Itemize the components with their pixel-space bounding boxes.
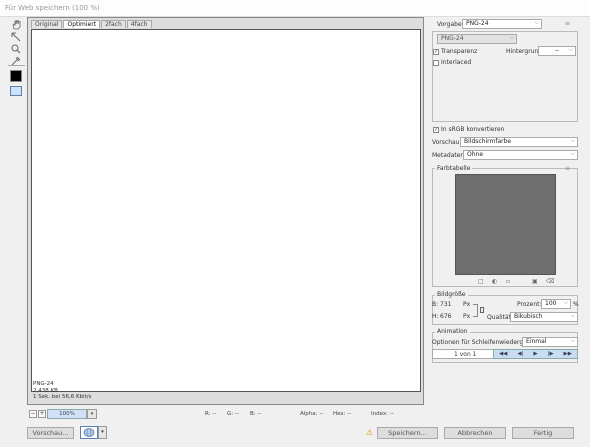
tab-optimized[interactable]: Optimiert — [63, 20, 101, 28]
canvas-frame: Original Optimiert 2fach 4fach PNG-24 2,… — [27, 17, 424, 405]
format-settings-box — [432, 31, 578, 122]
interlaced-option[interactable]: Interlaced — [433, 59, 471, 66]
zoom-out-button[interactable]: − — [29, 410, 37, 418]
preview-button[interactable]: Vorschau... — [27, 427, 74, 439]
warning-icon: ⚠ — [366, 428, 374, 437]
readout-index: Index: -- — [371, 411, 394, 417]
transparency-label: Transparenz — [441, 48, 478, 55]
panel-menu-icon[interactable]: ≡ — [565, 20, 570, 27]
done-button[interactable]: Fertig — [512, 427, 574, 439]
zoom-icon[interactable] — [10, 43, 22, 55]
loop-label: Optionen für Schleifenwiedergabe: — [432, 339, 537, 346]
toggle-slice-visibility-icon[interactable] — [10, 86, 22, 96]
srgb-label: In sRGB konvertieren — [441, 126, 505, 133]
preview-label: Vorschau: — [432, 139, 462, 146]
percent-input[interactable]: 100 — [541, 299, 571, 309]
srgb-option[interactable]: ✓ In sRGB konvertieren — [433, 126, 504, 133]
transparency-option[interactable]: ✓ Transparenz — [433, 48, 477, 55]
readout-r: R: -- — [205, 411, 217, 417]
view-tabs: Original Optimiert 2fach 4fach — [28, 18, 152, 28]
percent-label: Prozent: — [517, 301, 542, 308]
constrain-proportions-icon — [473, 304, 478, 317]
percent-unit: % — [573, 301, 579, 308]
preset-select[interactable]: PNG-24 — [462, 19, 542, 29]
matte-select[interactable]: -- — [538, 46, 576, 56]
width-input[interactable]: 731 — [440, 301, 460, 308]
window-title: Für Web speichern (100 %) — [0, 0, 590, 17]
eyedropper-color-swatch[interactable] — [10, 70, 22, 82]
width-unit: Px — [463, 301, 471, 308]
image-preview[interactable] — [31, 29, 421, 392]
previous-frame-icon[interactable]: ◀| — [517, 351, 523, 357]
image-size-title: Bildgröße — [435, 291, 468, 298]
quality-select[interactable]: Bikubisch — [510, 312, 578, 322]
play-icon[interactable]: ▶ — [533, 351, 537, 357]
tab-2up[interactable]: 2fach — [101, 20, 126, 28]
readout-alpha: Alpha: -- — [300, 411, 324, 417]
color-table[interactable] — [455, 174, 556, 275]
last-frame-icon[interactable]: ▶▶ — [564, 351, 572, 357]
color-table-title: Farbtabelle — [435, 165, 473, 172]
delete-color-icon[interactable]: ⌫ — [546, 278, 554, 285]
height-input[interactable]: 676 — [440, 313, 460, 320]
zoom-dropdown[interactable]: ▾ — [87, 409, 97, 419]
height-unit: Px — [463, 313, 471, 320]
color-table-menu-icon[interactable]: ≡ — [565, 165, 570, 172]
status-bar: − + 100% ▾ R: -- G: -- B: -- Alpha: -- H… — [27, 409, 424, 420]
width-label: B: — [432, 301, 439, 308]
browser-icon — [83, 428, 95, 437]
zoom-in-button[interactable]: + — [38, 410, 46, 418]
next-frame-icon[interactable]: |▶ — [548, 351, 554, 357]
lock-color-icon[interactable]: ▫ — [506, 278, 510, 285]
interlaced-label: Interlaced — [441, 59, 472, 66]
readout-hex: Hex: -- — [333, 411, 352, 417]
height-label: H: — [432, 313, 439, 320]
transparency-checkbox[interactable]: ✓ — [433, 48, 439, 55]
map-transparent-icon[interactable]: □ — [478, 278, 484, 285]
readout-b: B: -- — [250, 411, 262, 417]
link-icon[interactable] — [480, 307, 484, 313]
frame-counter: 1 von 1 — [454, 351, 477, 358]
tab-original[interactable]: Original — [31, 20, 63, 28]
animation-title: Animation — [435, 328, 470, 335]
readout-g: G: -- — [227, 411, 239, 417]
save-button[interactable]: Speichern... — [377, 427, 438, 439]
info-time: 1 Sek. bei 56,6 Kbit/s — [33, 394, 92, 400]
loop-select[interactable]: Einmal — [522, 337, 578, 347]
slice-select-icon[interactable] — [10, 31, 22, 43]
browser-preview-button[interactable] — [80, 426, 98, 439]
hand-icon[interactable] — [10, 19, 22, 31]
tool-divider — [8, 65, 25, 66]
interlaced-checkbox[interactable] — [433, 59, 439, 66]
web-shift-icon[interactable]: ◐ — [492, 278, 497, 285]
srgb-checkbox[interactable]: ✓ — [433, 126, 439, 133]
zoom-level[interactable]: 100% — [47, 409, 87, 419]
first-frame-icon[interactable]: ◀◀ — [499, 351, 507, 357]
optimization-info: PNG-24 2,438 KB 1 Sek. bei 56,6 Kbit/s — [33, 381, 91, 401]
animation-controls: ◀◀ ◀| ▶ |▶ ▶▶ — [493, 349, 578, 359]
metadata-select[interactable]: Ohne — [463, 150, 578, 160]
new-color-icon[interactable]: ▣ — [532, 278, 538, 285]
toolbar — [8, 19, 25, 101]
tab-4up[interactable]: 4fach — [126, 20, 152, 28]
browser-dropdown-icon[interactable]: ▾ — [98, 426, 107, 439]
preview-select[interactable]: Bildschirmfarbe — [460, 137, 578, 147]
format-select[interactable]: PNG-24 — [437, 34, 517, 44]
cancel-button[interactable]: Abbrechen — [444, 427, 506, 439]
preset-label: Vorgabe: — [437, 21, 464, 28]
metadata-label: Metadaten: — [432, 152, 467, 159]
